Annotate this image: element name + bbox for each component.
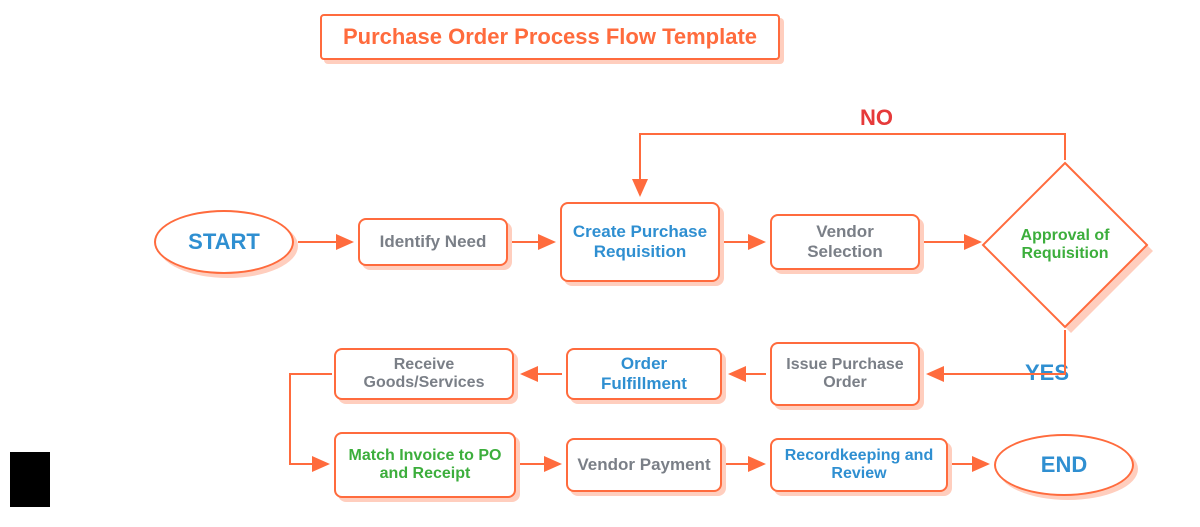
identify-need-label: Identify Need [380,232,487,252]
receive-goods-node: Receive Goods/Services [334,348,514,400]
vendor-selection-node: Vendor Selection [770,214,920,270]
identify-need-node: Identify Need [358,218,508,266]
create-requisition-label: Create Purchase Requisition [570,222,710,261]
start-node: START [154,210,294,274]
issue-po-label: Issue Purchase Order [780,356,910,393]
match-invoice-node: Match Invoice to PO and Receipt [334,432,516,498]
issue-po-node: Issue Purchase Order [770,342,920,406]
receive-goods-label: Receive Goods/Services [344,356,504,393]
recordkeeping-label: Recordkeeping and Review [780,447,938,484]
order-fulfillment-label: Order Fulfillment [576,354,712,393]
vendor-payment-label: Vendor Payment [577,455,710,475]
vendor-payment-node: Vendor Payment [566,438,722,492]
title-box: Purchase Order Process Flow Template [320,14,780,60]
black-block-decoration [10,452,50,507]
order-fulfillment-node: Order Fulfillment [566,348,722,400]
recordkeeping-node: Recordkeeping and Review [770,438,948,492]
start-label: START [188,229,260,254]
title-text: Purchase Order Process Flow Template [343,24,757,49]
decision-no-label: NO [860,105,893,131]
end-label: END [1041,452,1087,477]
match-invoice-label: Match Invoice to PO and Receipt [344,447,506,484]
vendor-selection-label: Vendor Selection [780,222,910,261]
decision-yes-label: YES [1025,360,1069,386]
end-node: END [994,434,1134,496]
approval-decision-node: Approval of Requisition [980,160,1150,330]
create-requisition-node: Create Purchase Requisition [560,202,720,282]
approval-label: Approval of Requisition [1010,227,1120,264]
